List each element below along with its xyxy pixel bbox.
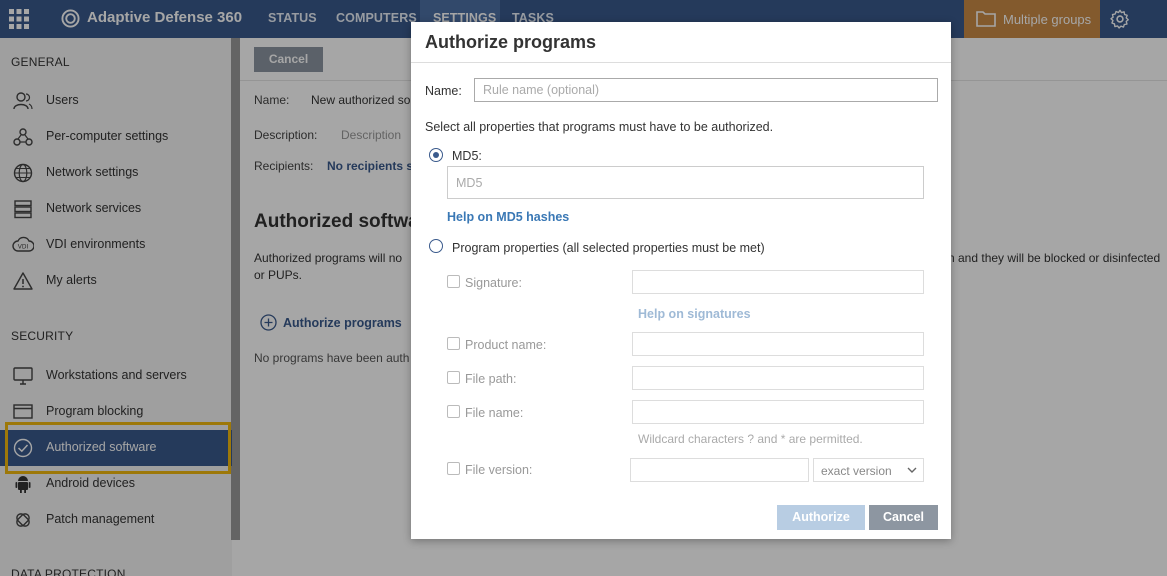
file-version-checkbox[interactable] <box>447 462 460 475</box>
file-path-input[interactable] <box>632 366 924 390</box>
signature-label: Signature: <box>465 276 522 290</box>
file-path-label: File path: <box>465 372 517 386</box>
product-name-input[interactable] <box>632 332 924 356</box>
signature-input[interactable] <box>632 270 924 294</box>
program-properties-radio[interactable] <box>429 239 443 253</box>
rule-name-input[interactable] <box>474 78 938 102</box>
file-version-label: File version: <box>465 463 533 477</box>
md5-label: MD5: <box>452 149 482 163</box>
version-match-select[interactable]: exact version <box>813 458 924 482</box>
file-version-input[interactable] <box>630 458 809 482</box>
wildcard-note: Wildcard characters ? and * are permitte… <box>638 432 863 446</box>
dialog-cancel-button[interactable]: Cancel <box>869 505 938 530</box>
authorize-button[interactable]: Authorize <box>777 505 865 530</box>
product-name-checkbox[interactable] <box>447 337 460 350</box>
version-match-value: exact version <box>821 464 892 478</box>
file-path-checkbox[interactable] <box>447 371 460 384</box>
signature-checkbox[interactable] <box>447 275 460 288</box>
instruction-text: Select all properties that programs must… <box>425 120 774 134</box>
authorize-programs-dialog: Authorize programs Name: Select all prop… <box>411 22 951 539</box>
signature-help-link[interactable]: Help on signatures <box>638 307 751 321</box>
md5-help-link[interactable]: Help on MD5 hashes <box>447 210 569 224</box>
file-name-input[interactable] <box>632 400 924 424</box>
md5-input[interactable] <box>447 166 924 199</box>
chevron-down-icon <box>907 467 917 473</box>
file-name-checkbox[interactable] <box>447 405 460 418</box>
dialog-divider <box>411 62 951 63</box>
dialog-title: Authorize programs <box>425 32 597 52</box>
file-name-label: File name: <box>465 406 524 420</box>
product-name-label: Product name: <box>465 338 547 352</box>
program-properties-label: Program properties (all selected propert… <box>452 241 765 255</box>
md5-radio[interactable] <box>429 148 443 162</box>
rule-name-label: Name: <box>425 84 462 98</box>
